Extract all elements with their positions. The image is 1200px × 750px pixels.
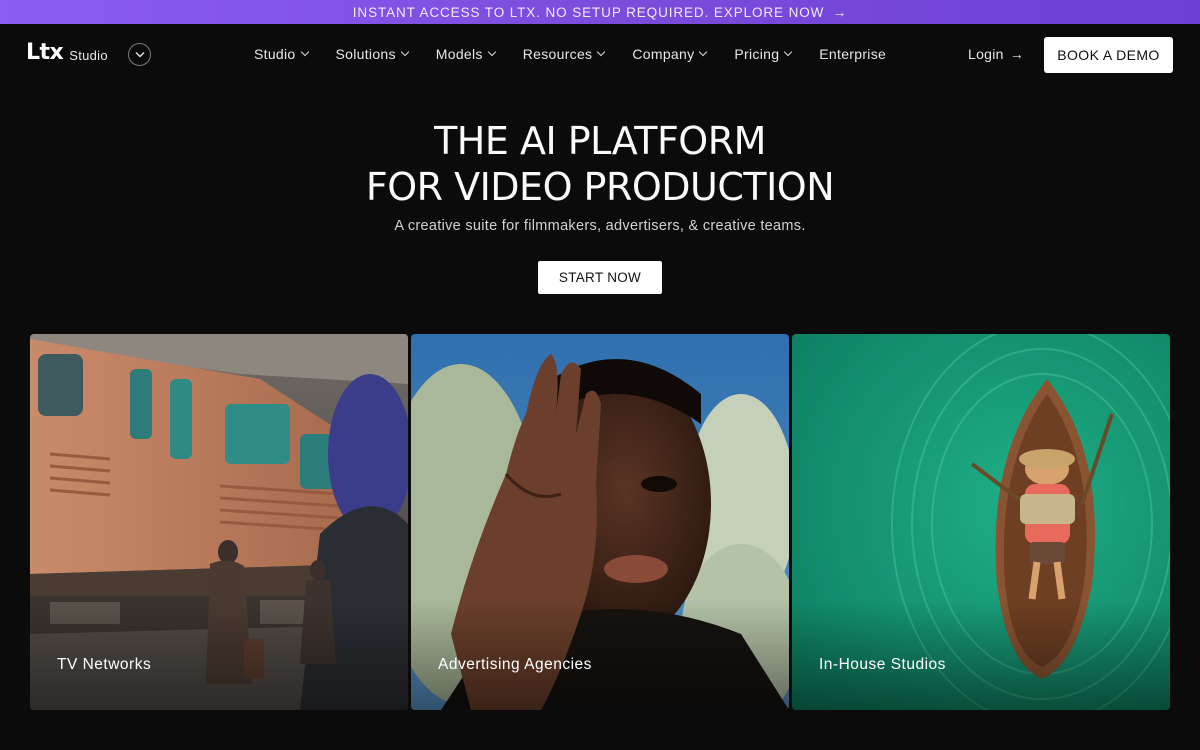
announcement-text: INSTANT ACCESS TO LTX. NO SETUP REQUIRED… [352,4,825,20]
nav-item-label: Enterprise [819,46,887,62]
main-menu: Studio Solutions Models Resources Compan… [254,46,914,62]
product-switcher-button[interactable] [128,43,151,66]
card-label: Advertising Agencies [438,656,592,673]
nav-item-label: Resources [522,46,593,62]
login-link[interactable]: Login → [968,46,1024,62]
nav-item-resources[interactable]: Resources [522,46,606,62]
nav-item-label: Company [632,46,695,62]
login-label: Login [968,46,1004,62]
nav-item-label: Solutions [335,46,396,62]
nav-item-studio[interactable]: Studio [254,46,309,62]
card-tv-networks[interactable]: TV Networks [30,334,408,710]
logo-mark: Ltx [26,40,64,65]
book-demo-button[interactable]: BOOK A DEMO [1044,37,1173,73]
chevron-down-icon [134,51,145,58]
card-label: In-House Studios [819,656,946,673]
nav-item-label: Models [435,46,483,62]
card-shade [30,600,408,710]
nav-item-models[interactable]: Models [435,46,496,62]
start-now-button[interactable]: START NOW [538,261,662,294]
card-advertising-agencies[interactable]: Advertising Agencies [411,334,789,710]
page-bottom-fade [0,728,1200,750]
chevron-down-icon [699,47,708,57]
hero-title: THE AI PLATFORM FOR VIDEO PRODUCTION [0,118,1200,210]
logo[interactable]: Ltx Studio [26,42,108,64]
card-shade [792,600,1170,710]
nav-item-pricing[interactable]: Pricing [734,46,793,62]
hero-subtitle: A creative suite for filmmakers, adverti… [394,218,806,234]
hero-title-line-2: FOR VIDEO PRODUCTION [365,165,835,209]
nav-item-solutions[interactable]: Solutions [335,46,410,62]
chevron-down-icon [400,47,410,57]
nav-item-enterprise[interactable]: Enterprise [819,46,886,62]
card-shade [411,600,789,710]
hero-title-line-1: THE AI PLATFORM [434,119,766,163]
chevron-down-icon [784,47,793,57]
arrow-right-icon: → [832,4,848,20]
nav-item-label: Studio [254,46,296,62]
chevron-down-icon [300,47,309,57]
logo-subtitle: Studio [69,48,108,63]
card-label: TV Networks [57,656,152,673]
card-in-house-studios[interactable]: In-House Studios [792,334,1170,710]
chevron-down-icon [597,47,606,57]
nav-item-label: Pricing [734,46,780,62]
top-navbar: Ltx Studio Studio Solutions Models Resou… [0,24,1200,86]
arrow-right-icon: → [1009,46,1025,62]
chevron-down-icon [487,47,496,57]
nav-item-company[interactable]: Company [632,46,708,62]
announcement-bar[interactable]: INSTANT ACCESS TO LTX. NO SETUP REQUIRED… [0,0,1200,24]
